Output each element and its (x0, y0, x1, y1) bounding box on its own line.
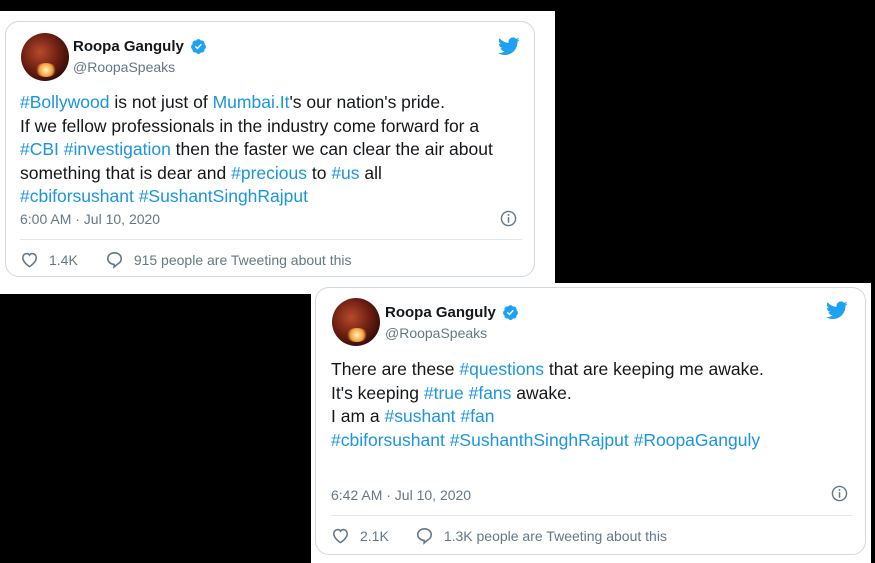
hashtag-link[interactable]: #SushantSinghRajput (139, 186, 308, 206)
text-segment: I am a (331, 406, 385, 426)
text-segment: something that is dear and (20, 162, 232, 183)
tweet-timestamp[interactable]: 6:00 AM · Jul 10, 2020 (20, 211, 160, 227)
hashtag-link[interactable]: #precious (231, 163, 307, 183)
hashtag-link[interactable]: #questions (459, 359, 544, 379)
tweet-text-line: If we fellow professionals in the indust… (20, 115, 493, 139)
text-segment: It's keeping (331, 382, 424, 403)
text-segment: is not just of (109, 92, 213, 112)
like-button[interactable]: 2.1K (331, 526, 389, 545)
tweet-card[interactable]: Roopa Ganguly @RoopaSpeaks There are the… (315, 287, 866, 555)
hashtag-link[interactable]: #cbiforsushant (331, 430, 445, 450)
conversation-text: 1.3K people are Tweeting about this (443, 527, 667, 544)
author-name[interactable]: Roopa Ganguly (385, 304, 496, 321)
text-segment: that are keeping me awake. (544, 359, 764, 379)
hashtag-link[interactable]: #RoopaGanguly (634, 430, 760, 450)
tweet-text-line: #cbiforsushant #SushanthSinghRajput #Roo… (331, 429, 764, 453)
text-segment: to (307, 162, 332, 183)
verified-badge-icon (190, 39, 206, 54)
conversation-icon (416, 527, 432, 545)
conversation-icon (106, 251, 122, 269)
like-count: 2.1K (360, 527, 389, 544)
tweet-text-line: I am a #sushant #fan (331, 405, 764, 429)
avatar[interactable] (21, 33, 69, 81)
avatar[interactable] (332, 298, 380, 346)
tweet-text-line: #Bollywood is not just of Mumbai.It's ou… (20, 91, 493, 115)
text-segment: then the faster we can clear the air abo… (170, 139, 493, 159)
hashtag-link[interactable]: #us (331, 163, 359, 183)
hashtag-link[interactable]: #SushanthSinghRajput (450, 430, 629, 450)
text-segment: awake. (511, 382, 572, 403)
hashtag-link[interactable]: Mumbai.It (213, 92, 290, 112)
twitter-bird-icon[interactable] (824, 299, 850, 321)
text-segment: all (359, 162, 382, 183)
hashtag-link[interactable]: #fan (460, 406, 494, 426)
author-name[interactable]: Roopa Ganguly (73, 38, 184, 55)
divider (331, 515, 852, 516)
tweet-text-line: #cbiforsushant #SushantSinghRajput (20, 185, 493, 209)
like-button[interactable]: 1.4K (20, 250, 78, 269)
hashtag-link[interactable]: #CBI (20, 139, 59, 159)
tweet-text: #Bollywood is not just of Mumbai.It's ou… (20, 91, 493, 209)
twitter-bird-icon[interactable] (496, 35, 522, 57)
heart-icon (332, 528, 349, 544)
hashtag-link[interactable]: #investigation (64, 139, 171, 159)
author-handle[interactable]: @RoopaSpeaks (385, 325, 487, 341)
info-icon[interactable] (831, 485, 848, 502)
tweet-text-line: #CBI #investigation then the faster we c… (20, 138, 493, 162)
hashtag-link[interactable]: #fans (469, 383, 512, 403)
tweet-card[interactable]: Roopa Ganguly @RoopaSpeaks #Bollywood is… (5, 21, 535, 277)
text-segment: If we fellow professionals in the indust… (20, 115, 480, 136)
conversation-text: 915 people are Tweeting about this (133, 251, 352, 268)
info-icon[interactable] (500, 210, 517, 227)
tweet-text: There are these #questions that are keep… (331, 358, 764, 452)
author-handle[interactable]: @RoopaSpeaks (73, 59, 175, 75)
text-segment: 's our nation's pride. (289, 92, 445, 112)
tweet-timestamp[interactable]: 6:42 AM · Jul 10, 2020 (331, 487, 471, 503)
divider (20, 239, 522, 240)
conversation-link[interactable]: 915 people are Tweeting about this (105, 250, 352, 269)
tweet-text-line: something that is dear and #precious to … (20, 162, 493, 186)
heart-icon (21, 252, 38, 268)
hashtag-link[interactable]: #cbiforsushant (20, 186, 134, 206)
hashtag-link[interactable]: #sushant (385, 406, 456, 426)
like-count: 1.4K (49, 251, 78, 268)
verified-badge-icon (502, 305, 518, 320)
text-segment: There are these (331, 359, 460, 379)
tweet-text-line: There are these #questions that are keep… (331, 358, 764, 382)
tweet-text-line: It's keeping #true #fans awake. (331, 382, 764, 406)
conversation-link[interactable]: 1.3K people are Tweeting about this (415, 526, 667, 545)
hashtag-link[interactable]: #true (424, 383, 464, 403)
hashtag-link[interactable]: #Bollywood (20, 92, 110, 112)
